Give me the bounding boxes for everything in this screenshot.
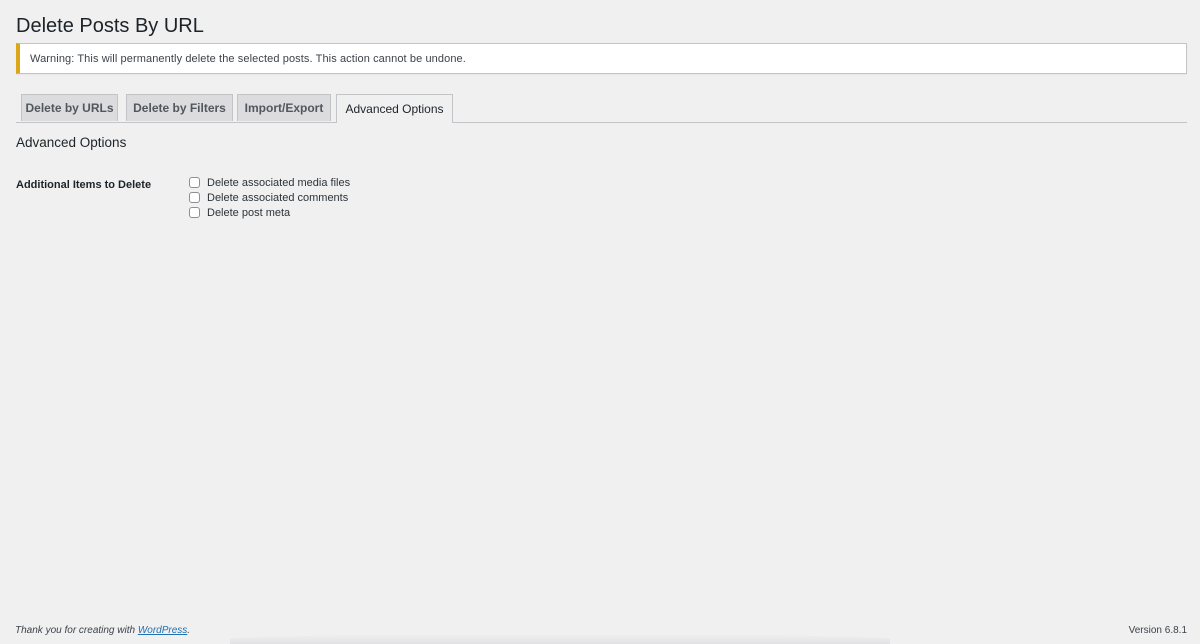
option-label: Delete associated media files [207,176,351,189]
option-delete-post-meta[interactable]: Delete post meta [188,205,350,220]
tab-label: Import/Export [244,101,324,115]
bottom-shadow [230,634,890,644]
admin-content: Delete Posts By URL Warning: This will p… [0,0,1200,644]
warning-notice: Warning: This will permanently delete th… [16,43,1187,74]
tab-advanced-options[interactable]: Advanced Options [336,94,453,123]
tab-import-export[interactable]: Import/Export [237,94,331,121]
tab-delete-by-filters[interactable]: Delete by Filters [126,94,233,121]
option-label: Delete post meta [207,206,291,219]
additional-items-label: Additional Items to Delete [16,179,152,191]
footer-thanks-prefix: Thank you for creating with [15,625,138,636]
delete-post-meta-checkbox[interactable] [189,207,200,218]
wordpress-link[interactable]: WordPress [138,625,187,636]
tab-label: Delete by Filters [133,101,226,115]
option-delete-comments[interactable]: Delete associated comments [188,190,350,205]
tab-label: Delete by URLs [25,101,114,115]
footer-thanks-suffix: . [187,625,191,636]
additional-items-options: Delete associated media files Delete ass… [188,175,350,220]
footer-version: Version 6.8.1 [1128,625,1187,636]
option-delete-media[interactable]: Delete associated media files [188,175,350,190]
warning-notice-text: Warning: This will permanently delete th… [30,52,466,65]
delete-media-checkbox[interactable] [189,177,200,188]
tab-label: Advanced Options [345,102,444,116]
option-label: Delete associated comments [207,191,349,204]
footer-thanks: Thank you for creating with WordPress. [15,625,190,636]
page-title: Delete Posts By URL [16,15,204,37]
delete-comments-checkbox[interactable] [189,192,200,203]
section-heading: Advanced Options [16,135,127,150]
nav-tabs: Delete by URLs Delete by Filters Import/… [16,94,1187,123]
tab-delete-by-urls[interactable]: Delete by URLs [21,94,118,121]
